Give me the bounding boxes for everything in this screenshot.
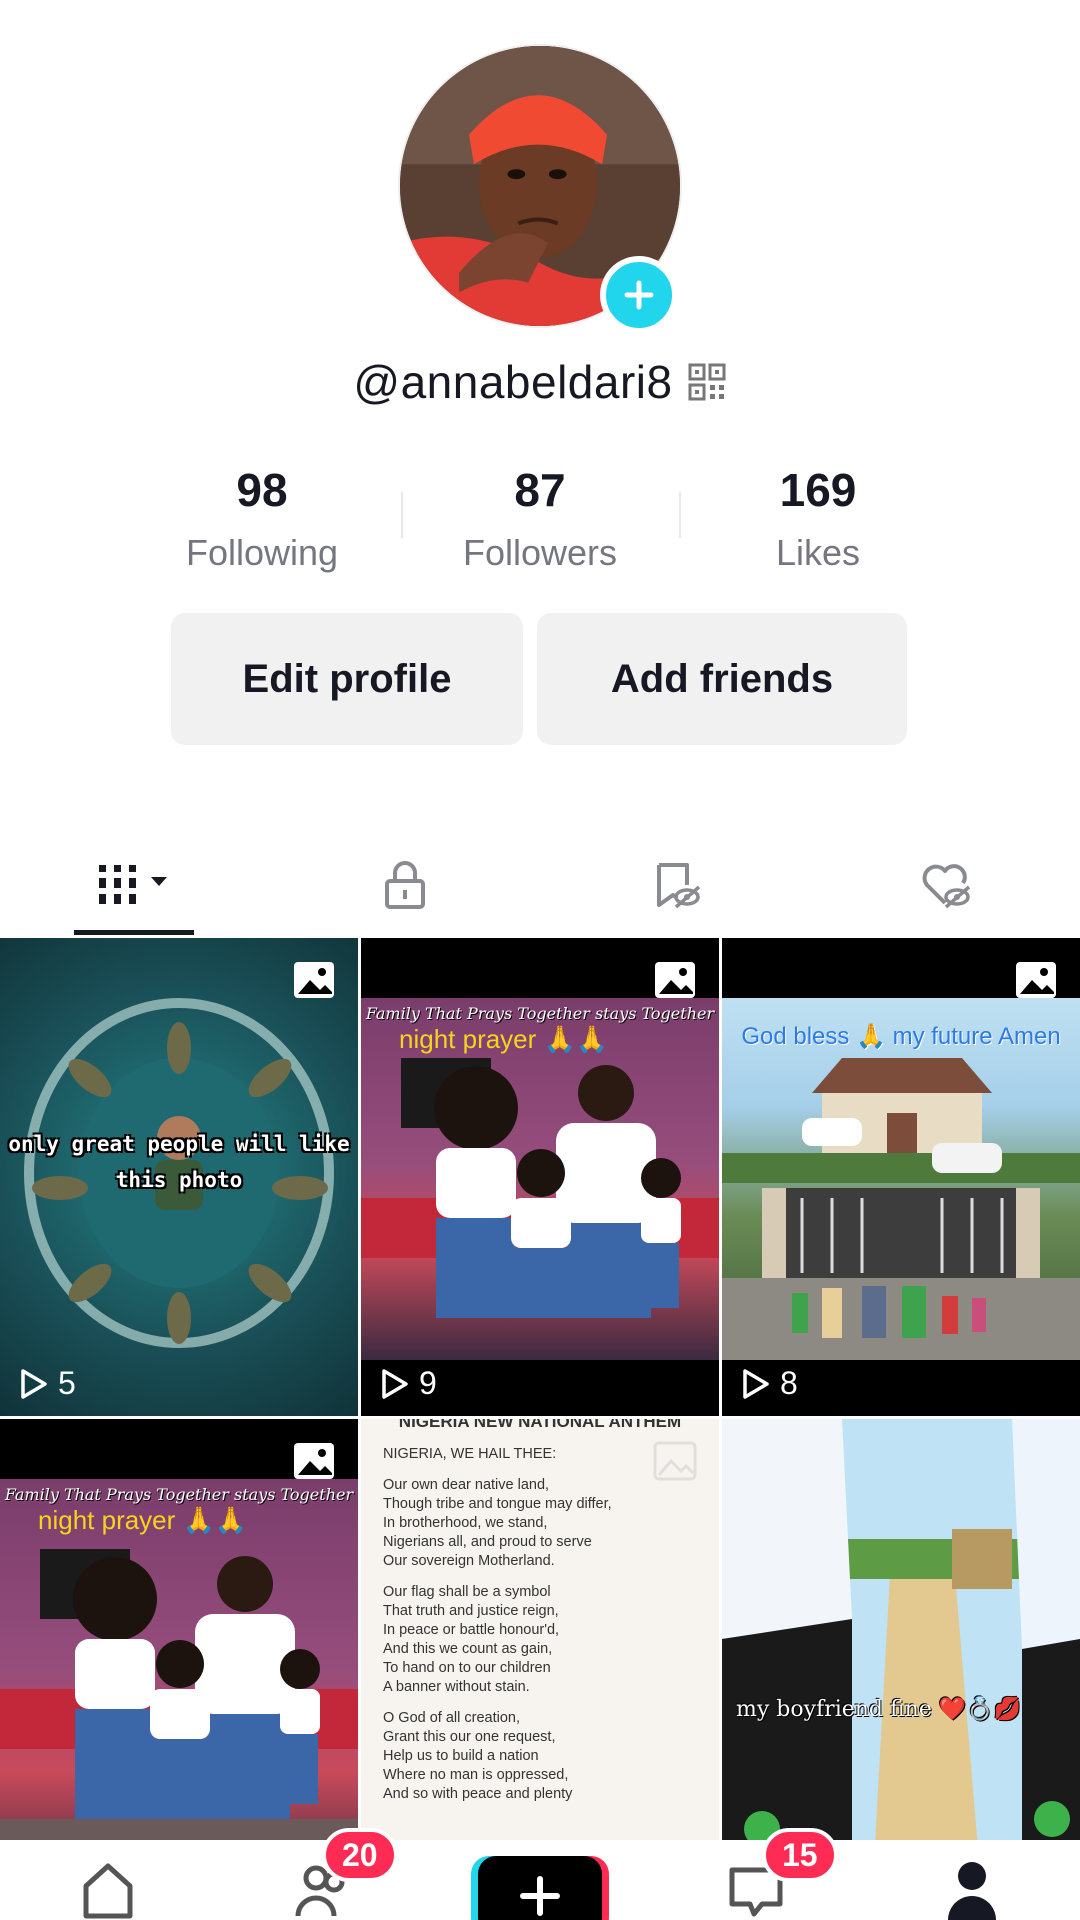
anthem-title: NIGERIA NEW NATIONAL ANTHEM: [398, 1419, 682, 1431]
profile-avatar-container: [398, 44, 682, 334]
stat-value: 169: [779, 464, 857, 516]
bottom-nav: 20 15: [0, 1828, 1080, 1920]
play-count: 5: [16, 1365, 76, 1402]
qr-code-icon[interactable]: [687, 362, 727, 402]
video-caption: night prayer 🙏🙏: [38, 1505, 248, 1535]
add-story-button[interactable]: [600, 256, 678, 334]
inbox-badge: 15: [762, 1828, 838, 1882]
stat-value: 87: [514, 464, 566, 516]
anthem-line: NIGERIA, WE HAIL THEE:: [383, 1446, 557, 1462]
nav-home[interactable]: [0, 1840, 216, 1920]
stat-label: Likes: [775, 532, 861, 573]
grid-icon: [99, 865, 167, 904]
plus-icon: [520, 1876, 560, 1916]
video-caption-cursive: Family That Prays Together stays Togethe…: [4, 1485, 354, 1504]
play-icon: [743, 1368, 769, 1399]
plus-icon: [624, 280, 654, 310]
stat-likes[interactable]: 169 Likes: [679, 462, 957, 574]
photo-post-icon: [294, 1443, 334, 1479]
photo-post-icon: [294, 962, 334, 998]
chevron-down-icon: [151, 877, 167, 886]
video-tile[interactable]: Family That Prays Together stays Togethe…: [0, 1419, 358, 1897]
add-friends-button[interactable]: Add friends: [537, 613, 907, 745]
play-count-value: 9: [419, 1365, 437, 1401]
edit-profile-button[interactable]: Edit profile: [171, 613, 523, 745]
nav-create[interactable]: [432, 1840, 648, 1920]
anthem-verse: Our own dear native land, Though tribe a…: [383, 1477, 612, 1569]
video-tile[interactable]: Family That Prays Together stays Togethe…: [361, 938, 719, 1416]
video-tile[interactable]: only great people will like this photo 5: [0, 938, 358, 1416]
stat-following[interactable]: 98 Following: [123, 462, 401, 574]
tab-private[interactable]: [270, 835, 540, 935]
video-caption: God bless 🙏 my future Amen: [741, 1023, 1061, 1050]
stat-followers[interactable]: 87 Followers: [401, 462, 679, 574]
video-caption: night prayer 🙏🙏: [399, 1024, 609, 1054]
video-caption: my boyfriend fine ❤️💍💋: [736, 1697, 1022, 1722]
profile-icon: [948, 1862, 996, 1920]
video-grid: only great people will like this photo 5: [0, 938, 1080, 1897]
play-count-value: 8: [780, 1365, 798, 1401]
video-tile[interactable]: my boyfriend fine ❤️💍💋: [722, 1419, 1080, 1897]
mansion-image: [722, 1058, 1080, 1360]
nav-profile[interactable]: [864, 1840, 1080, 1920]
friends-badge: 20: [322, 1828, 398, 1882]
heart-hidden-icon: [922, 864, 971, 909]
play-icon: [21, 1368, 47, 1399]
username-row: @annabeldari8: [0, 355, 1080, 409]
play-count-value: 5: [58, 1365, 76, 1401]
play-count: 9: [377, 1365, 437, 1402]
stat-label: Followers: [462, 532, 618, 573]
video-caption: only great people will like this photo: [8, 1132, 350, 1192]
tab-favorites[interactable]: [540, 835, 810, 935]
video-thumbnail: [722, 998, 1080, 1360]
video-caption-cursive: Family That Prays Together stays Togethe…: [365, 1004, 715, 1023]
anthem-verse: Our flag shall be a symbol That truth an…: [383, 1584, 560, 1695]
profile-stats: 98 Following 87 Followers 169 Likes: [0, 462, 1080, 574]
play-count: 8: [738, 1365, 798, 1402]
anthem-verse: O God of all creation, Grant this our on…: [383, 1710, 573, 1802]
profile-actions: Edit profile Add friends: [171, 613, 907, 745]
photo-post-icon: [1016, 962, 1056, 998]
home-icon: [83, 1863, 133, 1919]
stat-label: Following: [185, 532, 339, 573]
create-button[interactable]: [478, 1856, 602, 1920]
photo-post-icon: [655, 962, 695, 998]
username: @annabeldari8: [353, 356, 673, 408]
tab-videos[interactable]: [0, 835, 270, 935]
video-tile[interactable]: God bless 🙏 my future Amen 8: [722, 938, 1080, 1416]
video-tile[interactable]: NIGERIA NEW NATIONAL ANTHEM NIGERIA, WE …: [361, 1419, 719, 1897]
photo-post-icon: [653, 1441, 697, 1481]
nav-friends[interactable]: 20: [216, 1828, 432, 1920]
boyfriend-image: [722, 1419, 1080, 1897]
video-thumbnail: [722, 1419, 1080, 1897]
nav-inbox[interactable]: 15: [648, 1828, 864, 1920]
tab-liked[interactable]: [810, 835, 1080, 935]
content-tabs: [0, 835, 1080, 935]
bookmark-hidden-icon: [657, 863, 701, 909]
lock-icon: [385, 861, 425, 909]
family-prayer-image: [0, 1549, 358, 1897]
video-thumbnail: [0, 1479, 358, 1897]
play-icon: [382, 1368, 408, 1399]
stat-value: 98: [236, 464, 288, 516]
